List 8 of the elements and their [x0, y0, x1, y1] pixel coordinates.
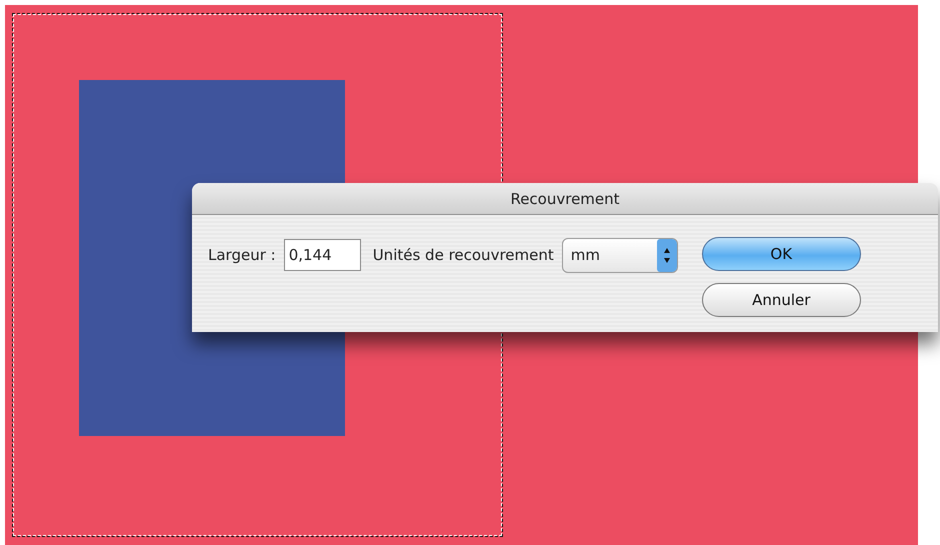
- width-label: Largeur :: [208, 246, 276, 264]
- ok-button[interactable]: OK: [702, 237, 861, 271]
- units-dropdown[interactable]: mm: [562, 238, 678, 272]
- units-label: Unités de recouvrement: [372, 246, 554, 264]
- dialog-title: Recouvrement: [510, 190, 620, 208]
- width-field[interactable]: 0,144: [284, 239, 361, 271]
- cancel-button[interactable]: Annuler: [702, 283, 861, 317]
- stepper-arrows-icon: [656, 238, 677, 272]
